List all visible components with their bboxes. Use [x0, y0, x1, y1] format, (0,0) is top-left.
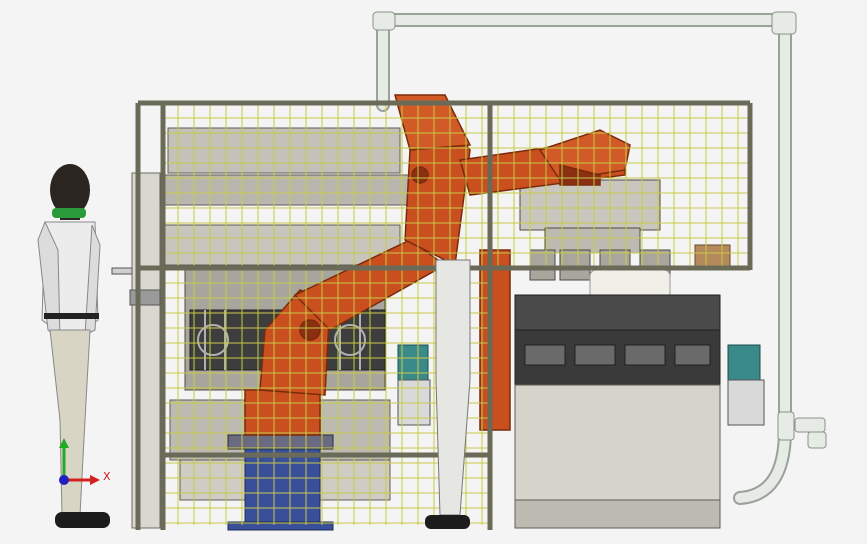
x-axis-label: X [103, 470, 111, 483]
cad-viewport[interactable] [0, 0, 867, 544]
